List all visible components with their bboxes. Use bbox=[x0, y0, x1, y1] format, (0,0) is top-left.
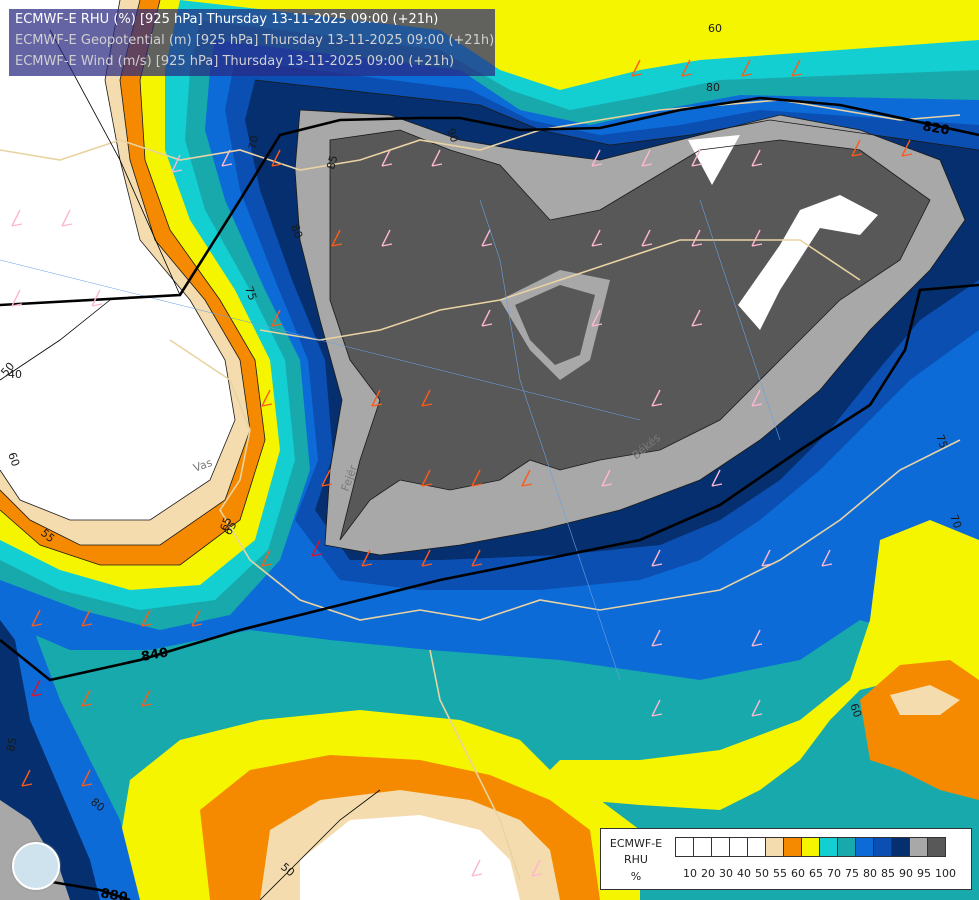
legend-tick-label: 60 bbox=[791, 867, 805, 880]
legend-tick-label: 50 bbox=[755, 867, 769, 880]
legend-tick-label: 55 bbox=[773, 867, 787, 880]
geopotential-title: ECMWF-E Geopotential (m) [925 hPa] Thurs… bbox=[15, 33, 495, 48]
legend-swatch bbox=[819, 837, 838, 857]
legend-tick-label: 40 bbox=[737, 867, 751, 880]
legend-tick-label: 100 bbox=[935, 867, 956, 880]
legend-tick-label: 20 bbox=[701, 867, 715, 880]
legend-tick-row: 10 20 30 40 50 55 60 65 70 75 80 85 90 95 100 bbox=[675, 867, 975, 881]
rhu-label: 70 bbox=[246, 134, 261, 150]
weather-map: Vas Fejér Békés 820 840 880 60 80 85 80 … bbox=[0, 0, 979, 900]
legend-unit-label: % bbox=[630, 870, 642, 883]
legend-tick-label: 10 bbox=[683, 867, 697, 880]
legend-tick-label: 95 bbox=[917, 867, 931, 880]
legend-tick-label: 85 bbox=[881, 867, 895, 880]
wind-title: ECMWF-E Wind (m/s) [925 hPa] Thursday 13… bbox=[15, 54, 455, 69]
ecmwf-logo-icon bbox=[12, 842, 60, 890]
legend-swatch bbox=[675, 837, 694, 857]
legend-swatch bbox=[927, 837, 946, 857]
legend-swatch bbox=[783, 837, 802, 857]
legend-swatch bbox=[801, 837, 820, 857]
rhu-label: 40 bbox=[8, 368, 22, 381]
legend-swatch bbox=[909, 837, 928, 857]
legend-swatch-row bbox=[675, 837, 946, 857]
legend-tick-label: 70 bbox=[827, 867, 841, 880]
legend-swatch bbox=[837, 837, 856, 857]
legend-swatch bbox=[765, 837, 784, 857]
legend-tick-label: 80 bbox=[863, 867, 877, 880]
legend-variable-label: RHU bbox=[624, 853, 648, 866]
rhu-contour-map: Vas Fejér Békés 820 840 880 60 80 85 80 … bbox=[0, 0, 979, 900]
map-title-box: ECMWF-E RHU (%) [925 hPa] Thursday 13-11… bbox=[9, 9, 495, 76]
rhu-legend: ECMWF-E RHU % 10 20 30 40 50 55 60 65 70 75 80 85 90… bbox=[600, 828, 972, 890]
rhu-label: 60 bbox=[708, 22, 722, 35]
legend-swatch bbox=[873, 837, 892, 857]
rhu-title: ECMWF-E RHU (%) [925 hPa] Thursday 13-11… bbox=[15, 12, 439, 27]
legend-model-label: ECMWF-E bbox=[609, 837, 663, 850]
legend-tick-label: 75 bbox=[845, 867, 859, 880]
legend-swatch bbox=[891, 837, 910, 857]
legend-swatch bbox=[747, 837, 766, 857]
legend-swatch bbox=[693, 837, 712, 857]
legend-swatch bbox=[729, 837, 748, 857]
legend-swatch bbox=[711, 837, 730, 857]
rhu-label: 80 bbox=[706, 81, 720, 94]
legend-swatch bbox=[855, 837, 874, 857]
legend-tick-label: 30 bbox=[719, 867, 733, 880]
rhu-label: 85 bbox=[4, 736, 19, 752]
legend-tick-label: 90 bbox=[899, 867, 913, 880]
legend-tick-label: 65 bbox=[809, 867, 823, 880]
